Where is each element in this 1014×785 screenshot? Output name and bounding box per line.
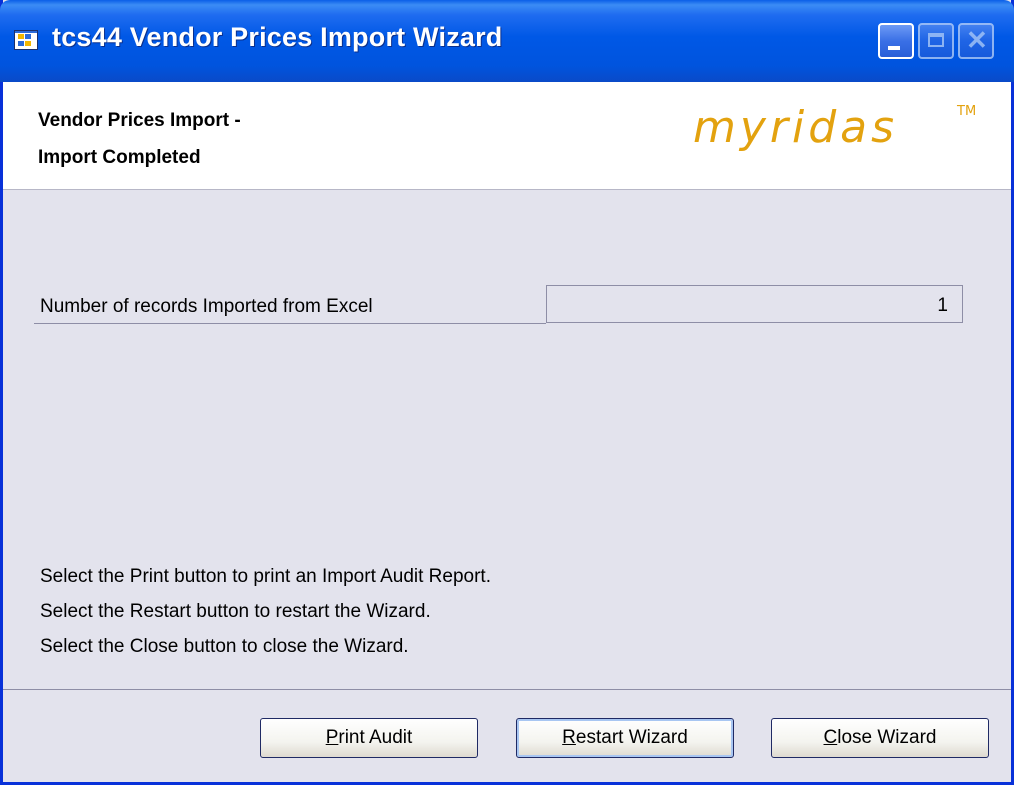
instruction-close: Select the Close button to close the Wiz… — [40, 636, 409, 657]
instruction-print: Select the Print button to print an Impo… — [40, 566, 491, 587]
instructions: Select the Print button to print an Impo… — [40, 562, 491, 667]
wizard-step-title-line2: Import Completed — [38, 147, 201, 168]
close-window-button[interactable]: ✕ — [958, 23, 994, 59]
title-bar[interactable]: tcs44 Vendor Prices Import Wizard ✕ — [0, 0, 1014, 82]
print-audit-label: rint Audit — [338, 727, 413, 748]
records-imported-value: 1 — [546, 285, 963, 323]
close-wizard-label: lose Wizard — [837, 727, 937, 748]
wizard-app-icon[interactable] — [14, 30, 38, 50]
print-audit-button[interactable]: Print Audit — [260, 718, 478, 758]
restart-wizard-label: estart Wizard — [575, 727, 688, 748]
maximize-icon — [928, 33, 944, 47]
close-wizard-mnemonic: C — [823, 727, 838, 748]
button-separator — [3, 689, 1011, 690]
wizard-step-title: Vendor Prices Import - Import Completed — [38, 102, 241, 176]
myridas-logo: myridas TM — [693, 102, 976, 153]
restart-wizard-mnemonic: R — [562, 727, 576, 748]
restart-wizard-button[interactable]: Restart Wizard — [516, 718, 734, 758]
wizard-header: Vendor Prices Import - Import Completed … — [3, 82, 1011, 190]
wizard-window: tcs44 Vendor Prices Import Wizard ✕ Vend… — [0, 0, 1014, 785]
logo-trademark: TM — [957, 104, 977, 119]
logo-text: myridas — [693, 102, 899, 153]
close-wizard-button[interactable]: Close Wizard — [771, 718, 989, 758]
records-imported-label: Number of records Imported from Excel — [40, 296, 373, 317]
instruction-restart: Select the Restart button to restart the… — [40, 601, 431, 622]
print-audit-mnemonic: P — [325, 727, 339, 748]
close-icon: ✕ — [966, 25, 988, 55]
minimize-button[interactable] — [878, 23, 914, 59]
records-imported-row: Number of records Imported from Excel 1 — [34, 285, 963, 324]
window-title: tcs44 Vendor Prices Import Wizard — [52, 22, 503, 52]
maximize-button[interactable] — [918, 23, 954, 59]
records-label-underline — [34, 323, 546, 324]
minimize-icon — [888, 46, 900, 50]
wizard-step-title-line1: Vendor Prices Import - — [38, 110, 241, 131]
